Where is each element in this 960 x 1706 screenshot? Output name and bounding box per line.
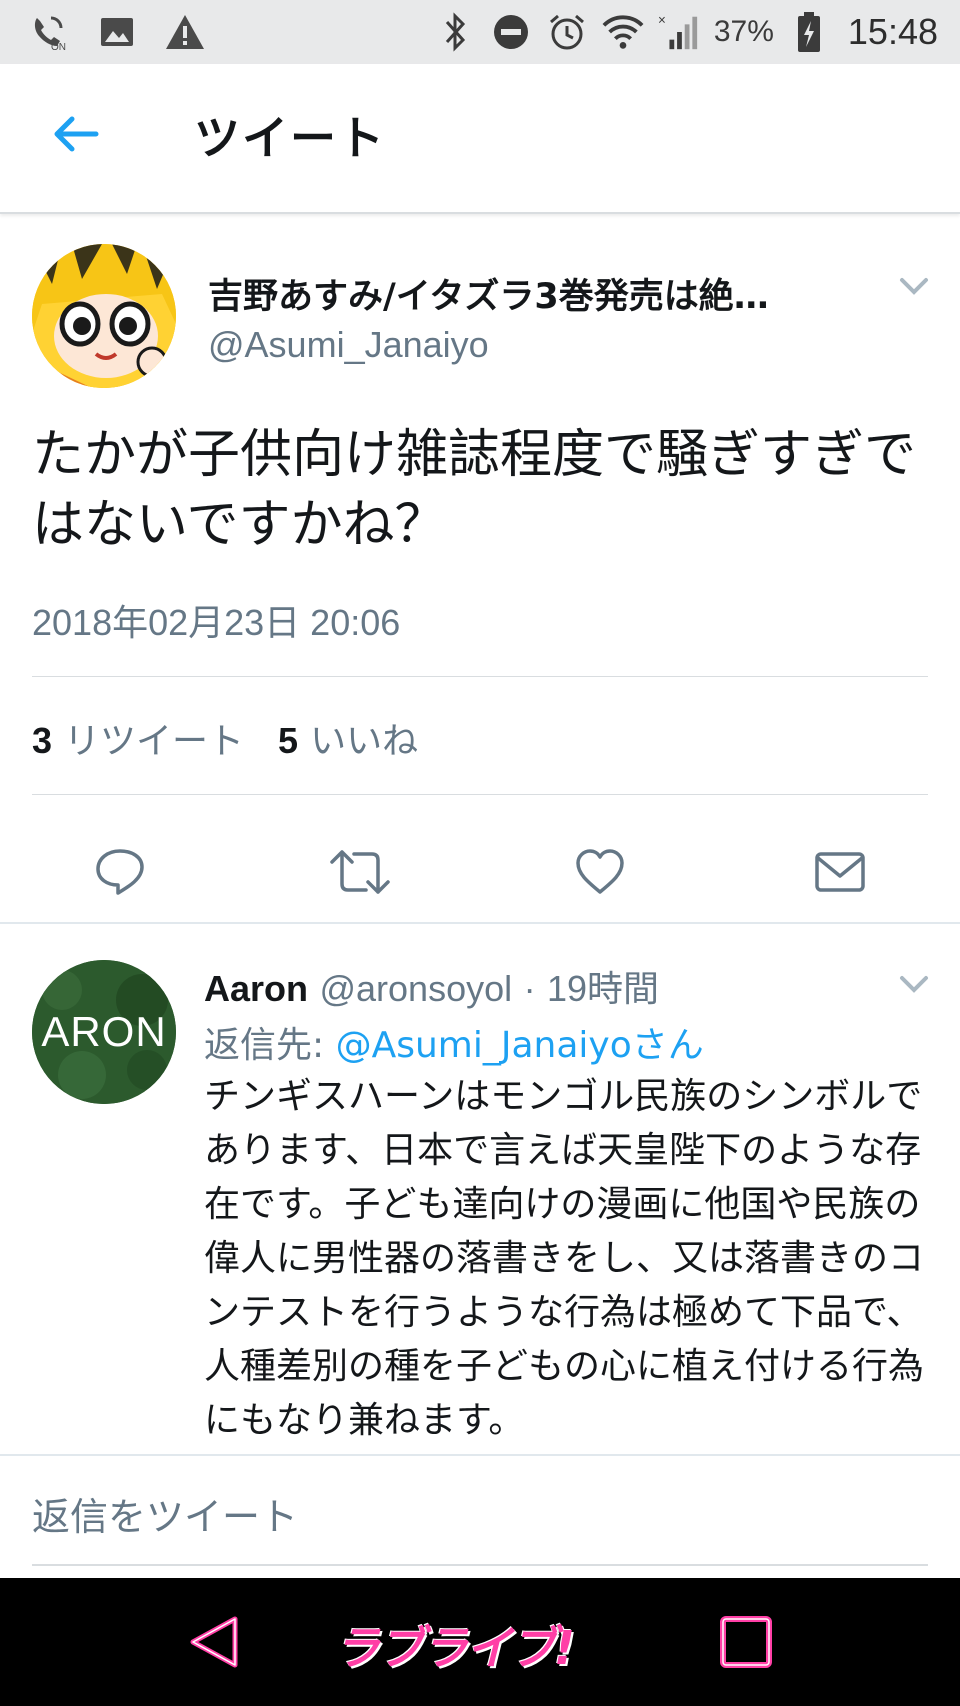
svg-text:ON: ON xyxy=(51,42,66,52)
avatar-label: ARON xyxy=(41,1008,167,1055)
status-right-icons: × 37% 15:48 xyxy=(434,8,938,56)
divider xyxy=(32,676,928,677)
image-icon xyxy=(96,11,138,53)
volte-icon: ON xyxy=(28,11,70,53)
warning-icon xyxy=(164,11,206,53)
reply-to-link[interactable]: @Asumi_Janaiyoさん xyxy=(336,1025,704,1066)
reply-time: 19時間 xyxy=(547,968,660,1009)
envelope-icon xyxy=(815,852,865,892)
input-underline xyxy=(32,1564,928,1566)
tweet-menu-button[interactable] xyxy=(896,268,932,304)
divider xyxy=(32,794,928,795)
svg-text:×: × xyxy=(658,12,666,27)
page-title: ツイート xyxy=(194,111,386,165)
reply-author-handle[interactable]: @aronsoyol xyxy=(319,968,512,1009)
status-left-icons: ON xyxy=(28,10,206,54)
reply-icon xyxy=(96,849,144,895)
back-button[interactable] xyxy=(46,104,106,164)
app-header: ツイート xyxy=(0,64,960,214)
like-button[interactable] xyxy=(570,842,630,902)
battery-percent: 37% xyxy=(713,15,774,48)
reply-to: 返信先: @Asumi_Janaiyoさん xyxy=(204,1016,704,1068)
share-button[interactable] xyxy=(810,842,870,902)
triangle-back-icon xyxy=(190,1616,238,1668)
retweet-icon xyxy=(330,850,390,894)
clock: 15:48 xyxy=(847,11,938,52)
tweet-actions xyxy=(0,822,960,922)
reply-avatar[interactable]: ARON xyxy=(32,960,176,1104)
nav-home-logo[interactable]: ラブライブ! xyxy=(334,1612,624,1675)
dnd-icon xyxy=(490,11,532,53)
nav-recents-button[interactable] xyxy=(714,1610,778,1674)
author-name[interactable]: 吉野あすみ/イタズラ3巻発売は絶… xyxy=(208,268,848,319)
reply-menu-button[interactable] xyxy=(896,966,932,1002)
author-avatar[interactable] xyxy=(32,244,176,388)
tweet-stats: 3 リツイート 5 いいね xyxy=(32,712,452,764)
tweet-timestamp: 2018年02月23日 20:06 xyxy=(32,602,401,643)
separator-dot: · xyxy=(523,968,536,1009)
wifi-icon xyxy=(602,11,644,53)
chevron-down-icon xyxy=(900,278,928,295)
reply-author-name[interactable]: Aaron xyxy=(204,968,308,1009)
signal-icon: × xyxy=(658,11,700,53)
reply-to-label: 返信先: xyxy=(204,1025,325,1066)
chevron-down-icon xyxy=(900,976,928,993)
nav-back-button[interactable] xyxy=(182,1610,246,1674)
reply-input[interactable]: 返信をツイート xyxy=(32,1486,298,1541)
arrow-left-icon xyxy=(54,116,99,152)
reply-tweet[interactable]: ARON Aaron @aronsoyol · 19時間 返信先: @Asumi… xyxy=(0,924,960,1454)
retweet-button[interactable] xyxy=(330,842,390,902)
reply-button[interactable] xyxy=(90,842,150,902)
status-bar: ON × 37% 15:48 xyxy=(0,0,960,64)
retweet-count[interactable]: 3 xyxy=(32,720,52,762)
square-recents-icon xyxy=(720,1616,772,1668)
reply-text: チンギスハーンはモンゴル民族のシンボルであります、日本で言えば天皇陛下のような存… xyxy=(204,1076,925,1441)
navigation-bar: ラブライブ! xyxy=(0,1578,960,1706)
author-handle[interactable]: @Asumi_Janaiyo xyxy=(208,324,489,366)
reply-composer: 返信をツイート xyxy=(0,1454,960,1578)
battery-icon xyxy=(788,11,830,53)
bluetooth-icon xyxy=(434,11,476,53)
reply-header: Aaron @aronsoyol · 19時間 xyxy=(204,960,659,1012)
heart-icon xyxy=(576,849,624,894)
like-label[interactable]: いいね xyxy=(310,712,418,764)
alarm-icon xyxy=(546,11,588,53)
tweet-text: たかが子供向け雑誌程度で騒ぎすぎではないですかね？ xyxy=(32,425,917,555)
retweet-label[interactable]: リツイート xyxy=(64,712,244,764)
like-count[interactable]: 5 xyxy=(278,720,298,762)
